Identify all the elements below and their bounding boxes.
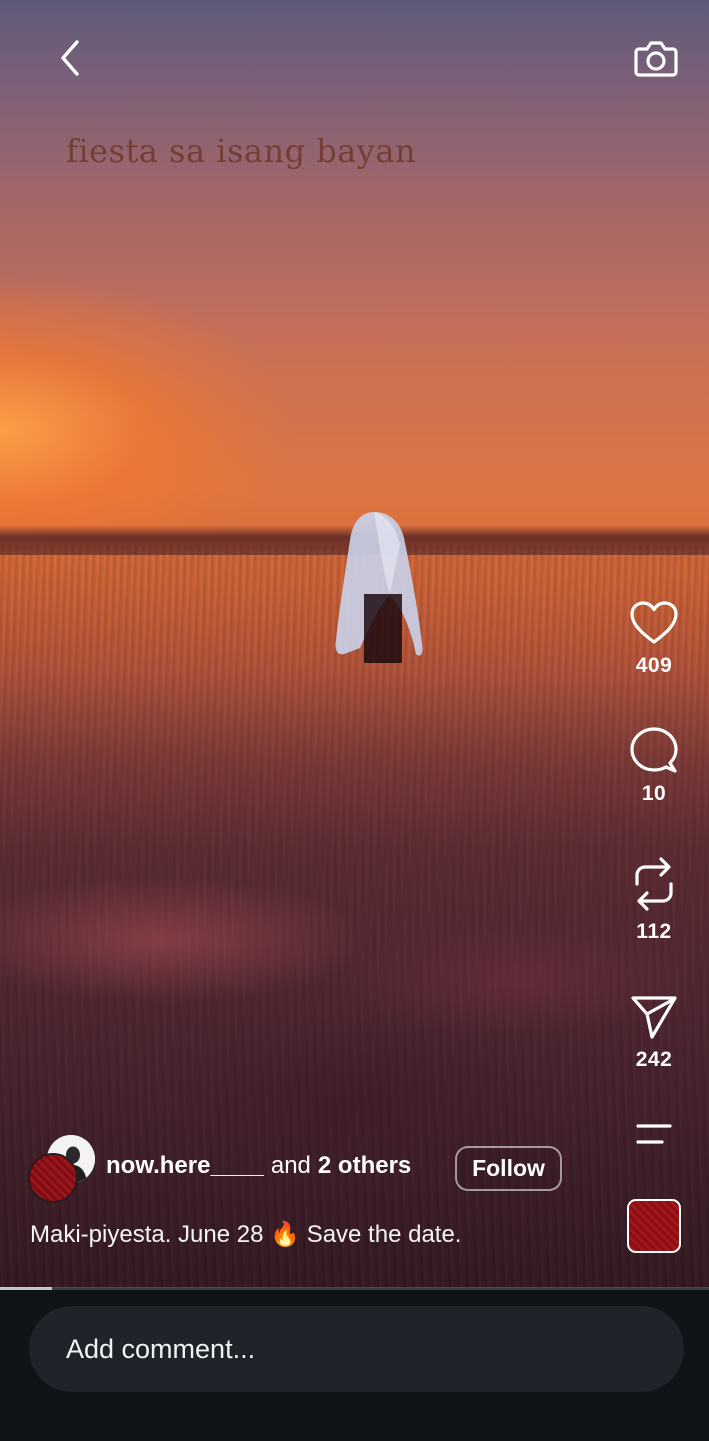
audio-thumbnail[interactable] — [627, 1199, 681, 1253]
reel-screen: fiesta sa isang bayan 409 10 112 242 now… — [0, 0, 709, 1441]
fire-emoji: 🔥 — [270, 1221, 301, 1248]
camera-button[interactable] — [626, 32, 686, 84]
comment-button[interactable]: 10 — [614, 726, 694, 806]
chevron-left-icon — [61, 40, 79, 76]
veiled-figure — [335, 512, 423, 663]
avatar-secondary[interactable] — [28, 1153, 78, 1203]
menu-lines-icon — [636, 1124, 672, 1144]
like-button[interactable]: 409 — [614, 600, 694, 678]
send-icon — [631, 996, 677, 1039]
comment-count: 10 — [641, 782, 667, 805]
like-count: 409 — [635, 654, 673, 677]
caption-text-end: Save the date. — [306, 1221, 462, 1248]
comment-bar — [0, 1290, 709, 1441]
author-connector: and — [270, 1152, 311, 1179]
share-button[interactable]: 242 — [614, 994, 694, 1072]
video-overlay-text: fiesta sa isang bayan — [66, 132, 417, 170]
repost-count: 112 — [636, 920, 672, 943]
author-line: now.here____ and 2 others — [106, 1152, 411, 1180]
caption: Maki-piyesta. June 28 🔥 Save the date. — [30, 1220, 461, 1249]
back-button[interactable] — [40, 32, 100, 84]
camera-icon — [634, 41, 678, 77]
repost-icon — [635, 857, 673, 911]
more-options-button[interactable] — [626, 1120, 682, 1164]
repost-button[interactable]: 112 — [614, 856, 694, 944]
caption-text: Maki-piyesta. June 28 — [30, 1221, 264, 1248]
author-avatars[interactable] — [28, 1135, 98, 1203]
speech-bubble-icon — [630, 727, 678, 773]
mist — [0, 770, 709, 1170]
co-authors-link[interactable]: 2 others — [318, 1152, 411, 1180]
author-username[interactable]: now.here____ — [106, 1152, 264, 1180]
video-player[interactable]: fiesta sa isang bayan — [0, 0, 709, 1288]
comment-input[interactable] — [29, 1306, 684, 1392]
heart-icon — [630, 601, 678, 644]
follow-button[interactable]: Follow — [455, 1146, 562, 1191]
share-count: 242 — [635, 1048, 673, 1071]
